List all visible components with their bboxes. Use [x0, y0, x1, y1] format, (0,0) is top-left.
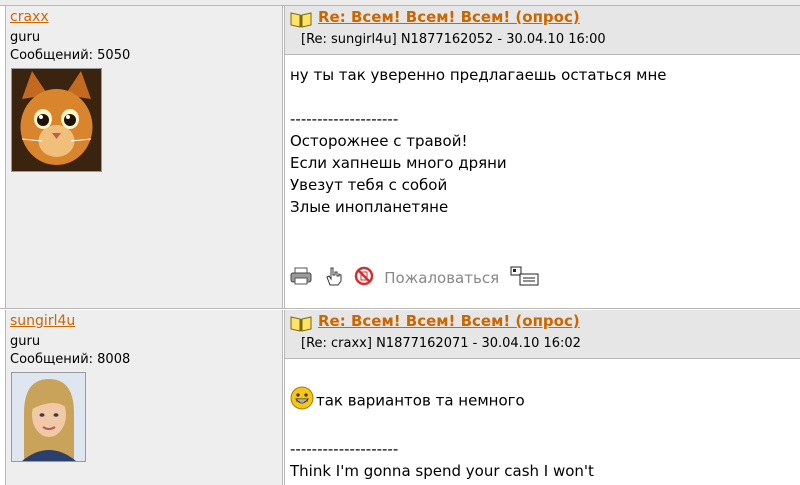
woman-avatar[interactable]: [11, 372, 86, 462]
post-content: Re: Всем! Всем! Всем! (опрос) [Re: sungi…: [284, 6, 800, 308]
message-count: Сообщений: 8008: [10, 352, 131, 367]
post-sungirl4u: sungirl4u guru Сообщений: 8008 Re: Всем!…: [0, 310, 800, 485]
cat-avatar[interactable]: [11, 68, 102, 172]
post-header: Re: Всем! Всем! Всем! (опрос) [Re: sungi…: [285, 6, 800, 55]
post-body: так вариантов та немного ---------------…: [290, 386, 795, 482]
body-line: Осторожнее с травой!: [290, 132, 468, 150]
body-line: Злые инопланетяне: [290, 198, 449, 216]
book-icon: [290, 315, 312, 336]
post-header: Re: Всем! Всем! Всем! (опрос) [Re: craxx…: [285, 310, 800, 359]
body-line: Увезут тебя с собой: [290, 176, 448, 194]
hand-point-icon[interactable]: [322, 266, 344, 290]
report-link[interactable]: Пожаловаться: [384, 269, 499, 287]
message-count: Сообщений: 5050: [10, 48, 131, 63]
body-line: --------------------: [290, 440, 399, 458]
body-line: Если хапнешь много дряни: [290, 154, 507, 172]
post-body: ну ты так уверенно предлагаешь остаться …: [290, 64, 795, 218]
body-line: --------------------: [290, 110, 399, 128]
post-meta: [Re: craxx] N1877162071 - 30.04.10 16:02: [301, 336, 581, 351]
username-link[interactable]: sungirl4u: [10, 313, 75, 329]
post-craxx: craxx guru Сообщений: 5050 Re: Всем! Все…: [0, 6, 800, 308]
post-toolbar: Пожаловаться: [290, 266, 545, 289]
post-title-link[interactable]: Re: Всем! Всем! Всем! (опрос): [318, 312, 580, 330]
book-icon: [290, 11, 312, 32]
body-line: так вариантов та немного: [290, 386, 795, 416]
post-meta: [Re: sungirl4u] N1877162052 - 30.04.10 1…: [301, 32, 606, 47]
tree-view-icon[interactable]: [510, 266, 540, 290]
grin-smiley-icon: [290, 386, 314, 416]
printer-icon[interactable]: [290, 267, 312, 289]
body-line: ну ты так уверенно предлагаешь остаться …: [290, 66, 667, 84]
author-panel: craxx guru Сообщений: 5050: [5, 6, 283, 308]
post-separator: [0, 308, 800, 309]
body-line: Think I'm gonna spend your cash I won't: [290, 462, 594, 480]
body-text: так вариантов та немного: [316, 391, 525, 410]
username-link[interactable]: craxx: [10, 9, 49, 25]
post-content: Re: Всем! Всем! Всем! (опрос) [Re: craxx…: [284, 310, 800, 485]
forbidden-icon[interactable]: [354, 266, 374, 290]
user-rank: guru: [10, 30, 41, 45]
user-rank: guru: [10, 334, 41, 349]
post-title-link[interactable]: Re: Всем! Всем! Всем! (опрос): [318, 8, 580, 26]
forum-thread: craxx guru Сообщений: 5050 Re: Всем! Все…: [0, 0, 800, 485]
author-panel: sungirl4u guru Сообщений: 8008: [5, 310, 283, 485]
